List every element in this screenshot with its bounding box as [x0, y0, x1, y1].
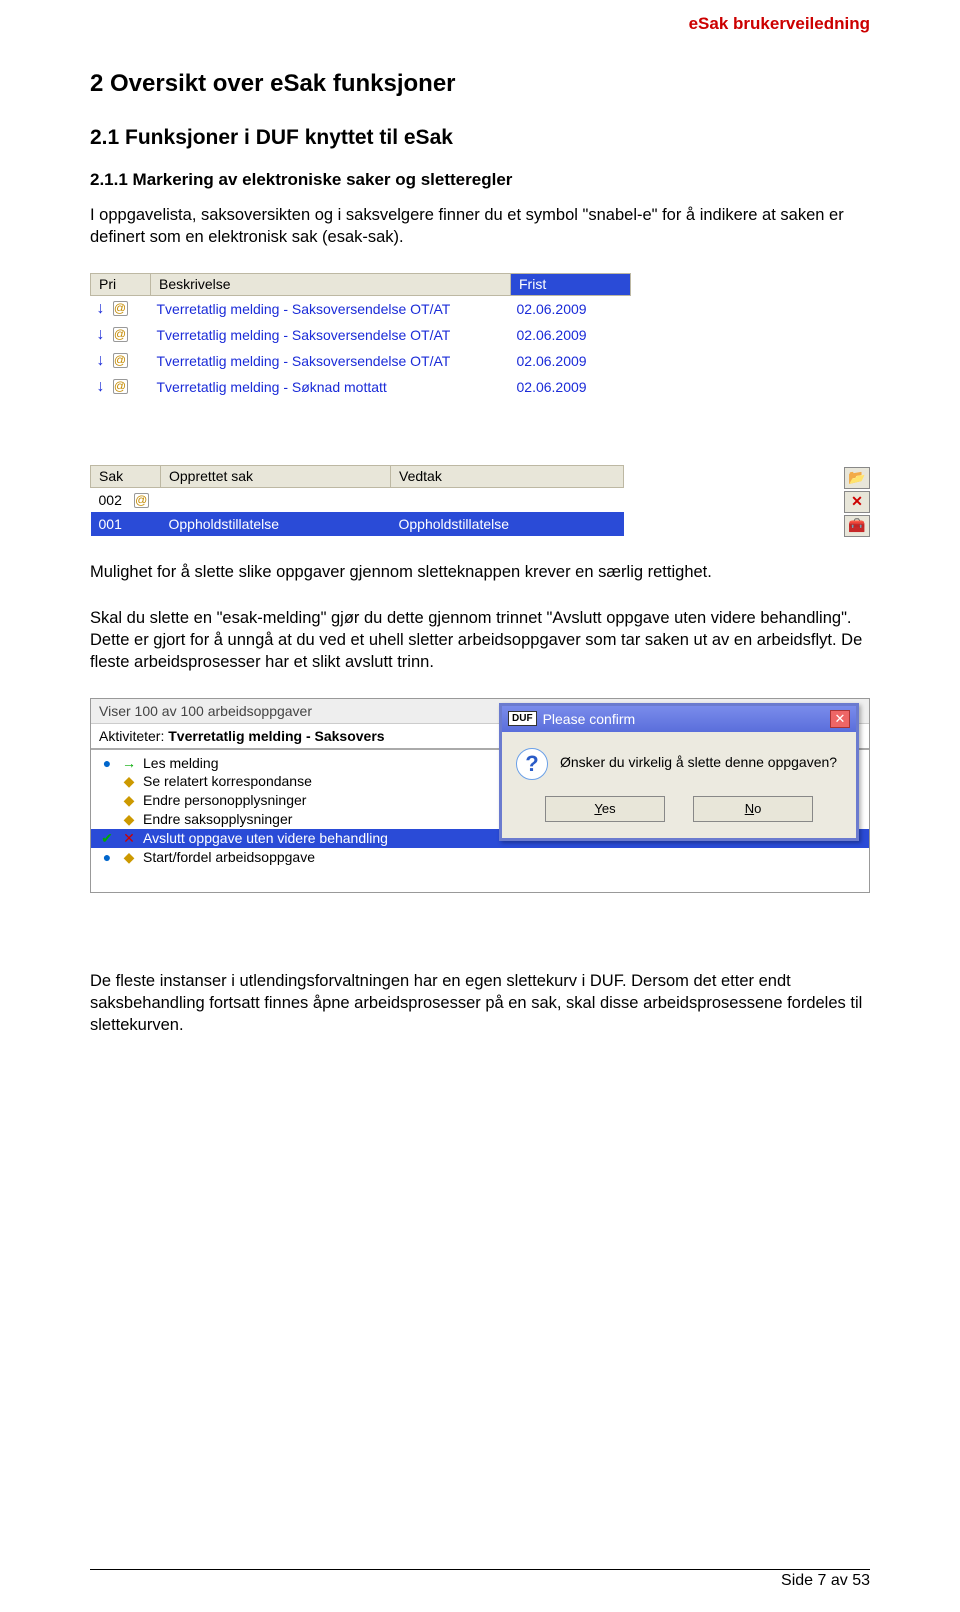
delete-button[interactable]: ✕ [844, 491, 870, 513]
paragraph-intro: I oppgavelista, saksoversikten og i saks… [90, 204, 870, 249]
screenshot-task-list: Pri Beskrivelse Frist ↓ @ Tverretatlig me… [90, 273, 631, 400]
page-h1: 2 Oversikt over eSak funksjoner [90, 70, 870, 98]
at-sign-icon: @ [113, 353, 128, 368]
paragraph-avslutt-trinn: Skal du slette en "esak-melding" gjør du… [90, 607, 870, 674]
diamond-icon: ◆ [121, 811, 137, 828]
pri-arrow-icon: ↓ [97, 326, 105, 343]
col-opprettet-sak[interactable]: Opprettet sak [161, 465, 391, 487]
bullet-icon: ● [99, 849, 115, 865]
diamond-icon: ◆ [121, 773, 137, 790]
arrow-icon: → [121, 755, 137, 771]
toolbox-icon: 🧰 [848, 517, 865, 534]
activity-label: Les melding [143, 755, 219, 771]
at-sign-icon: @ [113, 379, 128, 394]
cross-icon: ✕ [121, 830, 137, 847]
activity-item-startfordel[interactable]: ● ◆ Start/fordel arbeidsoppgave [91, 848, 869, 867]
cell-opprettet: Oppholdstillatelse [161, 512, 391, 536]
toolbox-button[interactable]: 🧰 [844, 515, 870, 537]
screenshot-activities-dialog: Viser 100 av 100 arbeidsoppgaver Aktivit… [90, 698, 870, 893]
diamond-icon: ◆ [121, 792, 137, 809]
pri-arrow-icon: ↓ [97, 300, 105, 317]
cell-frist: 02.06.2009 [511, 348, 631, 374]
paragraph-slette-rett: Mulighet for å slette slike oppgaver gje… [90, 561, 870, 583]
at-sign-icon: @ [134, 493, 149, 508]
page-h3: 2.1.1 Markering av elektroniske saker og… [90, 170, 870, 190]
cell-vedtak [391, 487, 624, 512]
activity-label: Endre personopplysninger [143, 792, 306, 808]
cell-desc: Tverretatlig melding - Søknad mottatt [151, 374, 511, 400]
dialog-yes-button[interactable]: Yes [545, 796, 665, 822]
header-link[interactable]: eSak brukerveiledning [689, 14, 870, 34]
diamond-icon: ◆ [121, 849, 137, 866]
table-row[interactable]: ↓ @ Tverretatlig melding - Saksoversendel… [91, 295, 631, 322]
dialog-message: Ønsker du virkelig å slette denne oppgav… [560, 748, 837, 780]
cell-opprettet [161, 487, 391, 512]
table-row[interactable]: ↓ @ Tverretatlig melding - Saksoversendel… [91, 322, 631, 348]
cell-desc: Tverretatlig melding - Saksoversendelse … [151, 295, 511, 322]
duf-logo-icon: DUF [508, 711, 537, 726]
cell-sak: 001 [91, 512, 161, 536]
col-beskrivelse[interactable]: Beskrivelse [151, 273, 511, 295]
pri-arrow-icon: ↓ [97, 352, 105, 369]
confirm-dialog: DUF Please confirm ✕ ? Ønsker du virkeli… [499, 703, 859, 841]
close-icon: ✕ [835, 711, 846, 727]
paragraph-slettekurv: De fleste instanser i utlendingsforvaltn… [90, 970, 870, 1037]
dialog-close-button[interactable]: ✕ [830, 710, 850, 728]
dialog-no-button[interactable]: No [693, 796, 813, 822]
col-sak[interactable]: Sak [91, 465, 161, 487]
screenshot-case-list: Sak Opprettet sak Vedtak 002 @ 001 Oppho… [90, 465, 870, 537]
folder-icon: 📂 [848, 469, 865, 486]
cell-sak: 002 [99, 492, 122, 508]
dialog-titlebar[interactable]: DUF Please confirm ✕ [502, 706, 856, 732]
activity-label: Avslutt oppgave uten videre behandling [143, 830, 388, 846]
col-pri[interactable]: Pri [91, 273, 151, 295]
cell-frist: 02.06.2009 [511, 322, 631, 348]
cell-desc: Tverretatlig melding - Saksoversendelse … [151, 322, 511, 348]
page-h2: 2.1 Funksjoner i DUF knyttet til eSak [90, 126, 870, 150]
at-sign-icon: @ [113, 327, 128, 342]
at-sign-icon: @ [113, 301, 128, 316]
table-row[interactable]: 002 @ [91, 487, 624, 512]
table-row-selected[interactable]: 001 Oppholdstillatelse Oppholdstillatels… [91, 512, 624, 536]
table-row[interactable]: ↓ @ Tverretatlig melding - Saksoversendel… [91, 348, 631, 374]
question-mark-icon: ? [516, 748, 548, 780]
cell-frist: 02.06.2009 [511, 295, 631, 322]
pri-arrow-icon: ↓ [97, 378, 105, 395]
page-footer: Side 7 av 53 [90, 1569, 870, 1590]
cell-desc: Tverretatlig melding - Saksoversendelse … [151, 348, 511, 374]
check-icon: ✔ [99, 830, 115, 847]
col-frist[interactable]: Frist [511, 273, 631, 295]
activity-label: Start/fordel arbeidsoppgave [143, 849, 315, 865]
cell-vedtak: Oppholdstillatelse [391, 512, 624, 536]
cell-frist: 02.06.2009 [511, 374, 631, 400]
activity-label: Se relatert korrespondanse [143, 773, 312, 789]
col-vedtak[interactable]: Vedtak [391, 465, 624, 487]
table-row[interactable]: ↓ @ Tverretatlig melding - Søknad mottatt… [91, 374, 631, 400]
open-button[interactable]: 📂 [844, 467, 870, 489]
bullet-icon: ● [99, 755, 115, 771]
dialog-title-text: Please confirm [543, 711, 636, 727]
activity-label: Endre saksopplysninger [143, 811, 292, 827]
delete-x-icon: ✕ [851, 493, 863, 510]
